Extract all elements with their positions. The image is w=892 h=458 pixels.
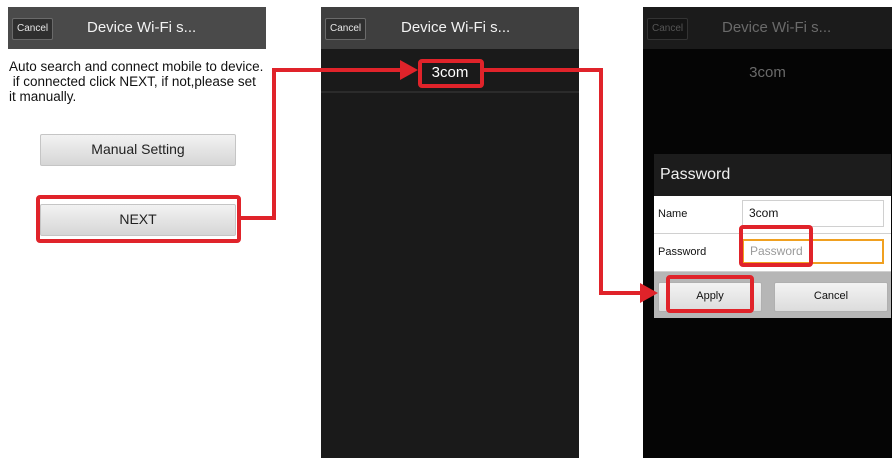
arrowhead-icon [400, 60, 418, 80]
flow-arrows [241, 60, 658, 303]
arrowhead-icon [640, 283, 658, 303]
arrow-network-to-apply [484, 68, 640, 295]
arrow-next-to-network [241, 68, 402, 220]
